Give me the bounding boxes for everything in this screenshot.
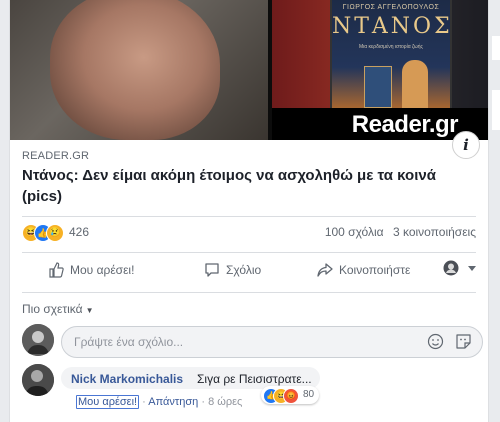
comment-like-link[interactable]: Μου αρέσει!	[76, 395, 140, 409]
poster-figure	[402, 60, 428, 110]
comment-reaction-count: 80	[303, 389, 315, 400]
like-label: Μου αρέσει!	[70, 263, 135, 277]
current-user-avatar[interactable]	[22, 324, 54, 356]
site-logo: Reader.gr	[351, 111, 459, 138]
comment-button[interactable]: Σχόλιο	[204, 262, 261, 278]
thumbs-up-icon	[49, 262, 64, 278]
sticker-icon[interactable]	[455, 333, 472, 350]
sidebar-edge	[492, 90, 500, 130]
caret-down-icon: ▼	[85, 306, 94, 315]
divider	[22, 216, 476, 217]
divider	[22, 252, 476, 253]
sidebar-edge	[492, 36, 500, 60]
separator: ·	[142, 396, 146, 408]
link-title[interactable]: Ντάνος: Δεν είμαι ακόμη έτοιμος να ασχολ…	[22, 165, 477, 207]
share-count[interactable]: 3 κοινοποιήσεις	[393, 225, 476, 239]
poster-title: ΝΤΑΝΟΣ	[332, 14, 453, 39]
man-face	[50, 0, 220, 140]
comment-timestamp[interactable]: 8 ώρες	[208, 396, 242, 408]
caret-down-icon	[468, 266, 476, 271]
share-button[interactable]: Κοινοποιήστε	[317, 262, 410, 278]
link-source[interactable]: READER.GR	[22, 150, 89, 162]
profile-photo	[22, 324, 54, 356]
profile-photo	[22, 364, 54, 396]
comment-sort-dropdown[interactable]: Πιο σχετικά ▼	[22, 302, 94, 316]
link-preview-image[interactable]: ΓΙΩΡΓΟΣ ΑΓΓΕΛΟΠΟΥΛΟΣ ΝΤΑΝΟΣ Μια κερδισμέ…	[10, 0, 488, 140]
sort-label: Πιο σχετικά	[22, 302, 83, 316]
share-arrow-icon	[317, 263, 333, 277]
divider	[22, 292, 476, 293]
separator: ·	[201, 396, 205, 408]
poster-author: ΓΙΩΡΓΟΣ ΑΓΓΕΛΟΠΟΥΛΟΣ	[342, 4, 440, 11]
comment-input[interactable]: Γράψτε ένα σχόλιο...	[61, 326, 483, 358]
photo-man-left	[10, 0, 268, 140]
comment-placeholder: Γράψτε ένα σχόλιο...	[74, 335, 184, 349]
poster-tagline: Μια κερδισμένη ιστορία ζωής	[359, 44, 423, 50]
comment-reply-link[interactable]: Απάντηση	[148, 396, 198, 408]
angry-reaction-icon: 😡	[283, 388, 299, 404]
emoji-icon[interactable]	[427, 333, 444, 350]
comment-text: Σιγα ρε Πεισιστρατε...	[197, 372, 312, 386]
info-icon[interactable]: i	[452, 131, 480, 159]
comment-actions: Μου αρέσει! · Απάντηση · 8 ώρες	[76, 395, 242, 409]
speech-bubble-icon	[205, 263, 219, 277]
share-label: Κοινοποιήστε	[339, 263, 411, 277]
book-poster: ΓΙΩΡΓΟΣ ΑΓΓΕΛΟΠΟΥΛΟΣ ΝΤΑΝΟΣ Μια κερδισμέ…	[330, 0, 452, 112]
comment-label: Σχόλιο	[226, 263, 262, 277]
engagement-counts: 100 σχόλια 3 κοινοποιήσεις	[319, 225, 476, 239]
reaction-summary: 😆 👍 😢 426 100 σχόλια 3 κοινοποιήσεις	[22, 222, 476, 246]
page-avatar-icon	[443, 260, 459, 276]
like-button[interactable]: Μου αρέσει!	[48, 262, 134, 278]
comment-count[interactable]: 100 σχόλια	[325, 225, 384, 239]
poster-book-cover	[364, 66, 392, 108]
comment-reactions[interactable]: 👍 😆 😡 80	[261, 386, 319, 404]
page-picker-button[interactable]	[443, 260, 483, 276]
feed-post: ΓΙΩΡΓΟΣ ΑΓΓΕΛΟΠΟΥΛΟΣ ΝΤΑΝΟΣ Μια κερδισμέ…	[9, 0, 489, 422]
post-actions: Μου αρέσει! Σχόλιο Κοινοποιήστε	[22, 258, 476, 286]
commenter-avatar[interactable]	[22, 364, 54, 396]
sad-reaction-icon: 😢	[46, 224, 64, 242]
reaction-count[interactable]: 426	[69, 225, 89, 239]
comment-author[interactable]: Nick Markomichalis	[71, 372, 183, 386]
